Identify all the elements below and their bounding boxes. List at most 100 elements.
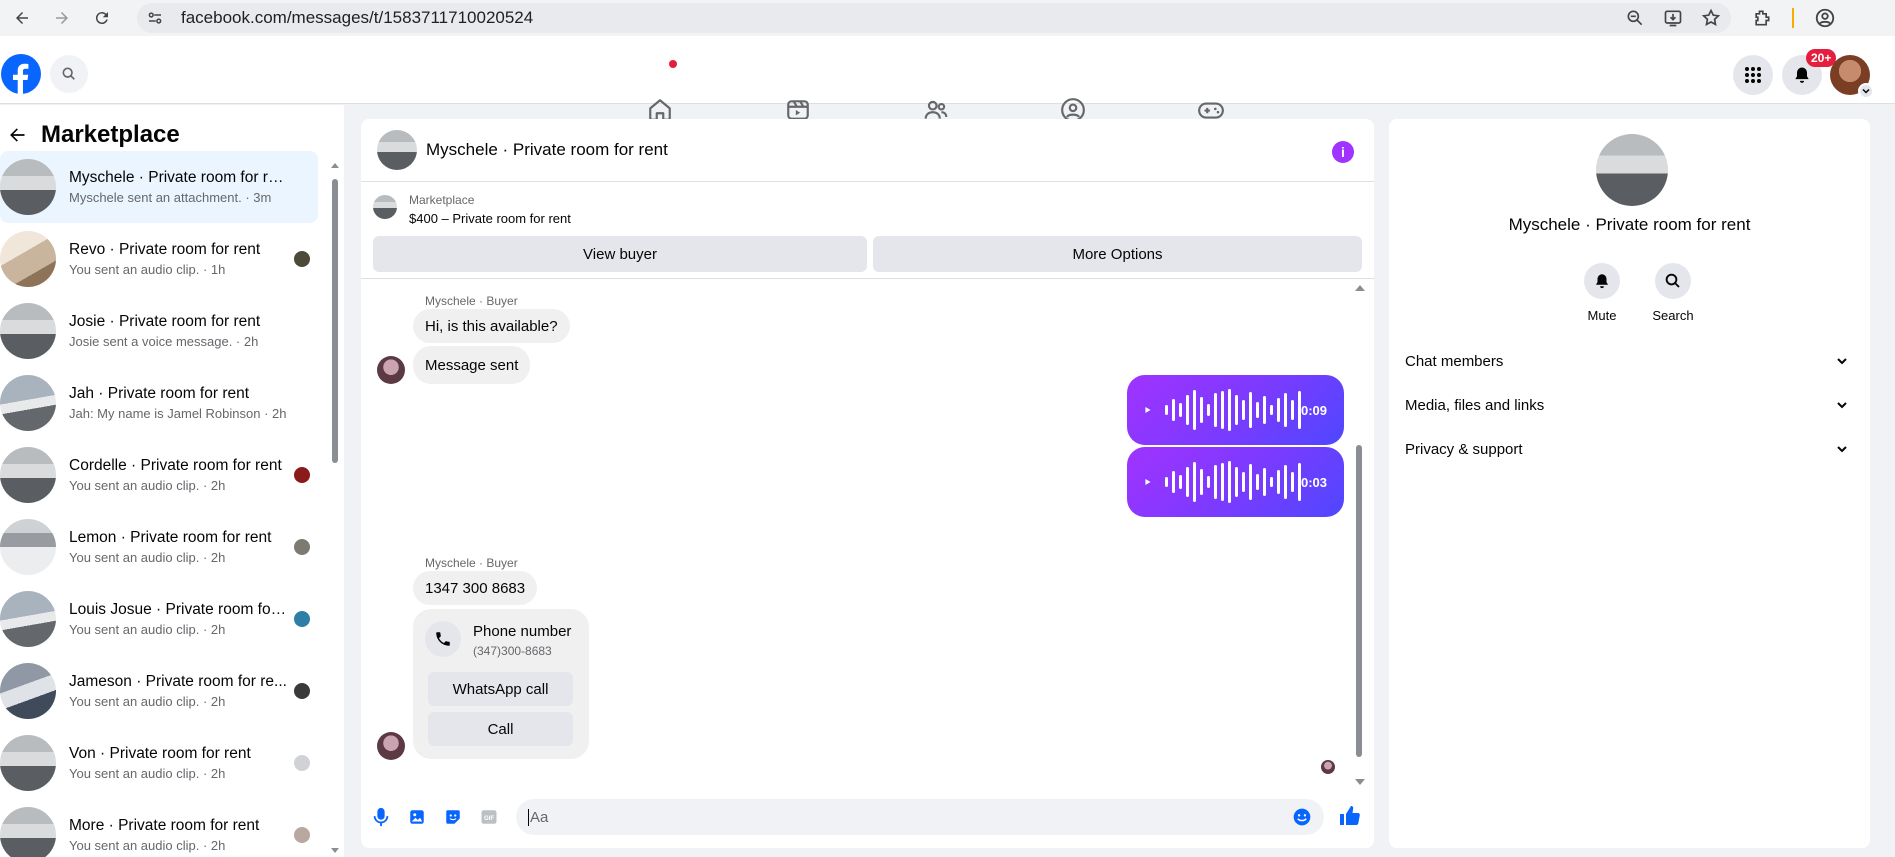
message-bubble[interactable]: 1347 300 8683	[413, 571, 538, 605]
phone-card-number: (347)300-8683	[473, 644, 552, 658]
seen-avatar	[294, 467, 310, 483]
play-icon	[1145, 407, 1151, 413]
seen-avatar	[294, 611, 310, 627]
listing-title[interactable]: $400 – Private room for rent	[409, 211, 571, 226]
conversation-thumbnail	[0, 447, 56, 503]
sender-avatar[interactable]	[377, 356, 405, 384]
mute-button[interactable]: Mute	[1572, 263, 1632, 323]
scrollbar-thumb[interactable]	[332, 179, 338, 463]
search-conversation-button[interactable]: Search	[1643, 263, 1703, 323]
microphone-icon[interactable]	[363, 807, 399, 827]
gif-icon[interactable]: GIF	[471, 808, 507, 826]
conversation-item[interactable]: Louis Josue · Private room for... You sen…	[0, 583, 318, 655]
install-icon[interactable]	[1663, 8, 1683, 28]
seen-avatar	[294, 539, 310, 555]
conversation-item[interactable]: Von · Private room for rent You sent an a…	[0, 727, 318, 799]
section-privacy-support[interactable]: Privacy & support	[1405, 429, 1852, 469]
separator	[1792, 8, 1794, 28]
back-arrow-icon[interactable]	[0, 125, 34, 145]
whatsapp-call-button[interactable]: WhatsApp call	[428, 672, 573, 706]
menu-grid-icon[interactable]	[1733, 55, 1773, 95]
zoom-icon[interactable]	[1625, 8, 1645, 28]
conversation-preview: You sent an audio clip. · 2h	[69, 838, 226, 853]
conversation-item[interactable]: More · Private room for rent You sent an …	[0, 799, 318, 857]
profile-icon[interactable]	[1814, 7, 1836, 29]
view-buyer-button[interactable]: View buyer	[373, 236, 867, 272]
sidebar-scrollbar[interactable]	[330, 155, 340, 857]
back-icon[interactable]	[2, 0, 42, 36]
conversation-name: Von · Private room for rent	[69, 745, 251, 762]
call-button[interactable]: Call	[428, 712, 573, 746]
conversation-thumbnail	[0, 663, 56, 719]
conversation-item[interactable]: Myschele · Private room for rent Myschele…	[0, 151, 318, 223]
sticker-icon[interactable]	[435, 808, 471, 826]
conversation-item[interactable]: Cordelle · Private room for rent You sent…	[0, 439, 318, 511]
conversation-thumbnail	[0, 303, 56, 359]
conversation-name: Josie · Private room for rent	[69, 313, 261, 330]
search-icon[interactable]	[1655, 263, 1691, 299]
message-thread: Myschele · Buyer Hi, is this available? …	[361, 280, 1374, 786]
url-text[interactable]: facebook.com/messages/t/1583711710020524	[181, 8, 533, 28]
phone-number-card: Phone number (347)300-8683 WhatsApp call…	[413, 609, 589, 759]
seen-avatar	[294, 755, 310, 771]
emoji-icon[interactable]	[1292, 807, 1312, 827]
conversation-name: Jameson · Private room for re...	[69, 673, 287, 690]
section-chat-members[interactable]: Chat members	[1405, 341, 1852, 381]
thumbs-up-icon[interactable]	[1338, 804, 1362, 828]
chevron-down-icon	[1837, 446, 1847, 453]
sender-label: Myschele · Buyer	[425, 556, 518, 570]
message-bubble[interactable]: Hi, is this available?	[413, 309, 570, 343]
chat-avatar[interactable]	[377, 130, 417, 170]
account-avatar[interactable]	[1830, 55, 1874, 99]
sender-label: Myschele · Buyer	[425, 294, 518, 308]
photo-icon[interactable]	[399, 808, 435, 826]
chat-title[interactable]: Myschele · Private room for rent	[426, 140, 668, 160]
listing-thumbnail	[373, 195, 397, 219]
conversation-item[interactable]: Jah · Private room for rent Jah: My name …	[0, 367, 318, 439]
marketplace-label: Marketplace	[409, 193, 475, 207]
conversation-preview: You sent an audio clip. · 2h	[69, 622, 226, 637]
conversation-preview: You sent an audio clip. · 2h	[69, 766, 226, 781]
conversation-thumbnail	[0, 375, 56, 431]
voice-message[interactable]: 0:09	[1127, 375, 1344, 445]
message-input-placeholder[interactable]: Aa	[528, 808, 548, 826]
conversation-thumbnail	[0, 807, 56, 857]
conversation-item[interactable]: Revo · Private room for rent You sent an …	[0, 223, 318, 295]
conversation-thumbnail	[0, 735, 56, 791]
chat-scrollbar[interactable]	[1354, 280, 1365, 785]
conversation-preview: Josie sent a voice message. · 2h	[69, 334, 259, 349]
sender-avatar[interactable]	[377, 732, 405, 760]
contact-avatar[interactable]	[1596, 134, 1668, 206]
voice-message[interactable]: 0:03	[1127, 447, 1344, 517]
browser-toolbar: facebook.com/messages/t/1583711710020524	[0, 0, 1895, 36]
bell-icon[interactable]	[1584, 263, 1620, 299]
bookmark-star-icon[interactable]	[1701, 8, 1721, 28]
svg-text:GIF: GIF	[484, 816, 494, 822]
conversation-preview: You sent an audio clip. · 2h	[69, 694, 226, 709]
scrollbar-thumb[interactable]	[1356, 445, 1362, 757]
message-composer: GIF Aa	[361, 786, 1374, 848]
extensions-icon[interactable]	[1752, 8, 1772, 28]
seen-avatar	[294, 827, 310, 843]
conversation-thumbnail	[0, 159, 56, 215]
site-settings-icon[interactable]	[137, 9, 173, 27]
contact-name: Myschele · Private room for rent	[1508, 215, 1751, 234]
facebook-logo-icon[interactable]	[1, 54, 41, 94]
conversation-item[interactable]: Jameson · Private room for re... You sent…	[0, 655, 318, 727]
section-media-files-links[interactable]: Media, files and links	[1405, 385, 1852, 425]
conversation-thumbnail	[0, 519, 56, 575]
conversation-thumbnail	[0, 231, 56, 287]
message-bubble[interactable]: Message sent	[413, 346, 531, 384]
search-icon[interactable]	[50, 55, 88, 93]
conversation-name: More · Private room for rent	[69, 817, 260, 834]
address-bar[interactable]: facebook.com/messages/t/1583711710020524	[137, 3, 1731, 33]
reload-icon[interactable]	[82, 0, 122, 36]
info-icon[interactable]: i	[1332, 141, 1354, 163]
message-input[interactable]: Aa	[516, 799, 1324, 835]
forward-icon[interactable]	[42, 0, 82, 36]
more-options-button[interactable]: More Options	[873, 236, 1362, 272]
conversation-info-panel: Myschele · Private room for rent Mute Se…	[1389, 119, 1870, 848]
conversation-item[interactable]: Josie · Private room for rent Josie sent …	[0, 295, 318, 367]
chat-header: Myschele · Private room for rent i	[361, 119, 1374, 182]
conversation-item[interactable]: Lemon · Private room for rent You sent an…	[0, 511, 318, 583]
